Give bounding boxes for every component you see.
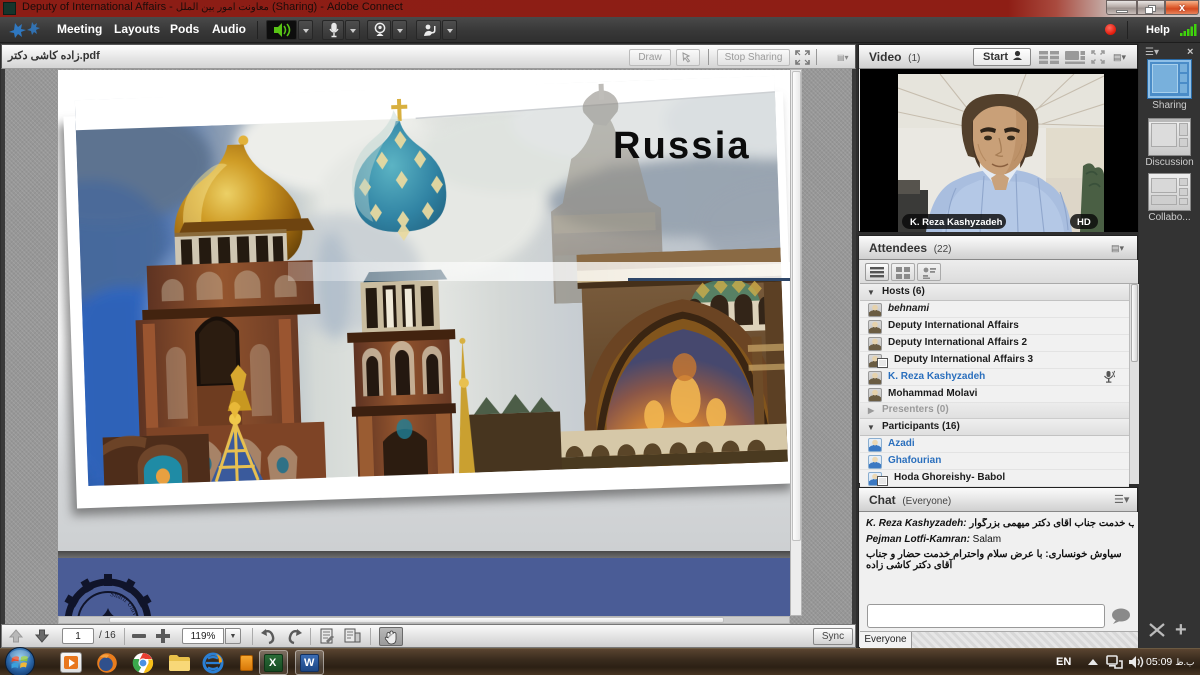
svg-text:HD: HD — [1077, 217, 1091, 228]
svg-text:K. Reza Kashyzadeh: K. Reza Kashyzadeh — [910, 217, 1003, 228]
